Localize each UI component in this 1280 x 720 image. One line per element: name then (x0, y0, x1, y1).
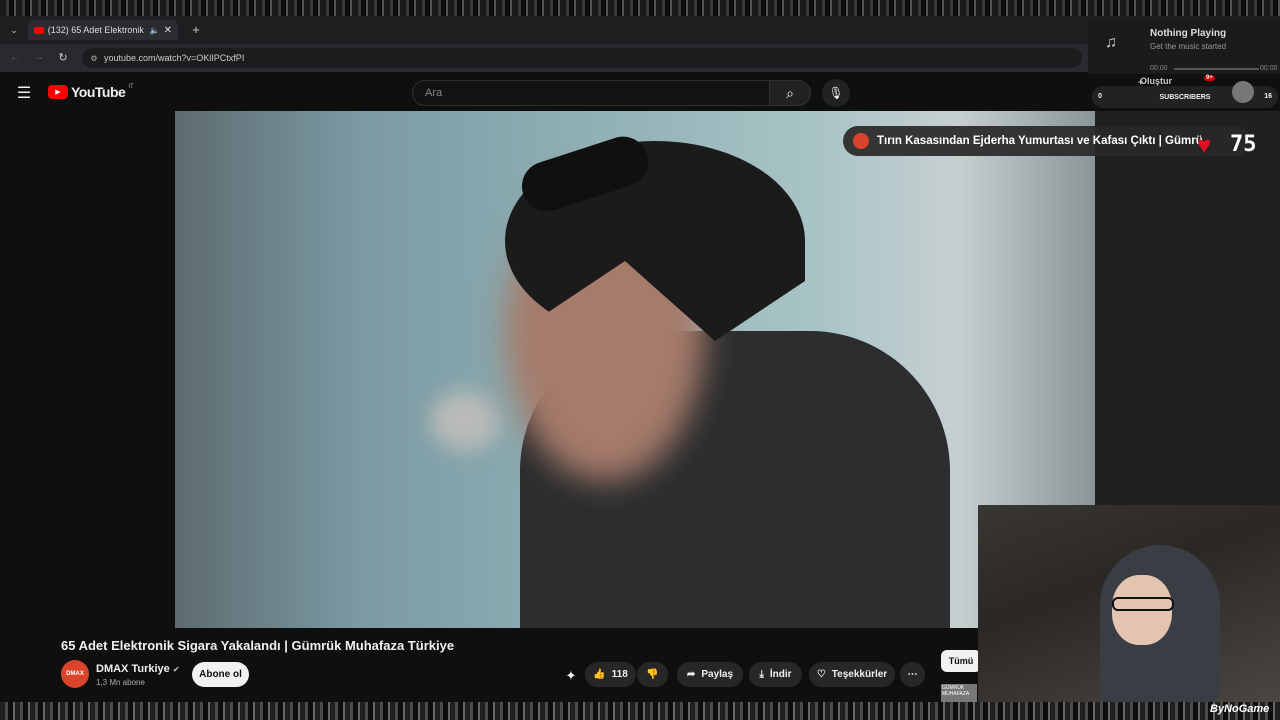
right-panel-background (1095, 111, 1280, 506)
new-tab-plus-icon[interactable]: + (188, 21, 204, 37)
subscribers-widget: 0 + Oluştur 9+ SUBSCRIBERS 16 (1092, 75, 1278, 108)
heart-icon: ♥ (1197, 132, 1212, 159)
now-playing-widget: ♫ Nothing Playing Get the music started … (1088, 18, 1280, 82)
search-input[interactable]: Ara (412, 80, 770, 106)
heart-counter: 75 (1230, 132, 1257, 157)
share-button[interactable]: ➦ Paylaş (677, 662, 743, 687)
search-button[interactable]: ⌕ (769, 80, 811, 106)
youtube-region-code: IT (128, 84, 134, 90)
now-playing-time-start: 00:00 (1150, 65, 1168, 72)
url-text: youtube.com/watch?v=OKlIPCtxfPI (104, 53, 245, 63)
browser-tab[interactable]: (132) 65 Adet Elektronik Sig 🔈 ✕ (28, 20, 178, 40)
now-playing-time-end: 00:00 (1260, 65, 1278, 72)
sponsor-gear-icon[interactable]: ✦ (562, 667, 580, 685)
url-field[interactable]: ⚙ youtube.com/watch?v=OKlIPCtxfPI (82, 48, 1082, 68)
share-label: Paylaş (701, 669, 734, 680)
search-placeholder: Ara (425, 87, 443, 99)
like-button[interactable]: 👍 118 (585, 662, 636, 687)
notifications-badge: 9+ (1204, 75, 1215, 81)
download-label: İndir (769, 669, 792, 680)
tab-title: (132) 65 Adet Elektronik Sig (47, 25, 146, 35)
search-icon: ⌕ (786, 84, 794, 101)
related-thumb-text: GÜMRÜK MUHAFAZA (942, 685, 970, 697)
youtube-logo[interactable]: ▶ YouTube IT (48, 84, 134, 100)
subscribers-right-value: 16 (1264, 93, 1272, 100)
now-playing-title: Nothing Playing (1150, 28, 1227, 39)
youtube-logo-text: YouTube (71, 84, 126, 100)
site-info-icon[interactable]: ⚙ (88, 52, 100, 64)
channel-name-text: DMAX Turkiye (96, 663, 170, 675)
video-title: 65 Adet Elektronik Sigara Yakalandı | Gü… (61, 638, 455, 653)
background-blur-shape (430, 391, 500, 451)
bottom-decor-border (0, 702, 1280, 720)
video-player[interactable] (175, 111, 1095, 628)
streamer-tag: ByNoGame (1210, 703, 1270, 715)
close-tab-icon[interactable]: ✕ (164, 25, 172, 36)
voice-search-button[interactable]: 🎙 (822, 79, 850, 107)
thanks-button[interactable]: ♡ Teşekkürler (809, 662, 895, 687)
menu-hamburger-icon[interactable]: ☰ (14, 84, 34, 102)
channel-name[interactable]: DMAX Turkiye ✔ (96, 663, 180, 675)
channel-avatar[interactable]: DMAX (61, 660, 89, 688)
thanks-heart-dollar-icon: ♡ (816, 669, 826, 680)
back-arrow-icon[interactable]: ← (8, 50, 22, 64)
dislike-button[interactable]: 👎 (637, 662, 668, 687)
avatar[interactable] (1232, 81, 1254, 103)
channel-subscriber-count: 1,3 Mn abone (96, 678, 145, 687)
youtube-favicon-icon (34, 26, 44, 34)
related-video-thumbnail[interactable]: GÜMRÜK MUHAFAZA (941, 684, 977, 702)
microphone-icon: 🎙 (828, 86, 844, 100)
subscribers-left-value: 0 (1098, 93, 1102, 100)
promo-banner[interactable]: Tırın Kasasından Ejderha Yumurtası ve Ka… (843, 126, 1251, 156)
subscribers-label: SUBSCRIBERS (1159, 93, 1211, 101)
speaker-icon[interactable]: 🔈 (150, 26, 160, 35)
youtube-play-icon: ▶ (48, 85, 68, 99)
promo-text: Tırın Kasasından Ejderha Yumurtası ve Ka… (877, 135, 1203, 147)
dmax-logo-icon (853, 133, 869, 149)
top-decor-border (0, 0, 1280, 16)
music-note-icon: ♫ (1105, 34, 1117, 51)
like-count: 118 (611, 669, 628, 680)
chip-all[interactable]: Tümü (941, 650, 981, 672)
more-dots-icon: ⋯ (907, 669, 918, 680)
verified-check-icon: ✔ (172, 665, 180, 674)
now-playing-subtitle: Get the music started (1150, 42, 1227, 51)
download-button[interactable]: ⤓ İndir (749, 662, 802, 687)
forward-arrow-icon[interactable]: → (32, 50, 46, 64)
share-arrow-icon: ➦ (686, 669, 696, 680)
thanks-label: Teşekkürler (831, 669, 888, 680)
tab-list-chevron-icon[interactable]: ⌄ (6, 22, 22, 38)
reload-icon[interactable]: ↻ (56, 50, 70, 64)
now-playing-progress-bar (1174, 68, 1259, 70)
subscribe-button[interactable]: Abone ol (192, 662, 249, 687)
create-button-label[interactable]: Oluştur (1140, 76, 1172, 86)
thumbs-up-icon: 👍 (593, 669, 606, 680)
more-actions-button[interactable]: ⋯ (900, 662, 925, 687)
thumbs-down-icon: 👎 (646, 669, 659, 680)
channel-logo-text: DMAX (66, 671, 84, 677)
webcam-person-glasses (1112, 597, 1174, 611)
download-icon: ⤓ (759, 669, 764, 680)
